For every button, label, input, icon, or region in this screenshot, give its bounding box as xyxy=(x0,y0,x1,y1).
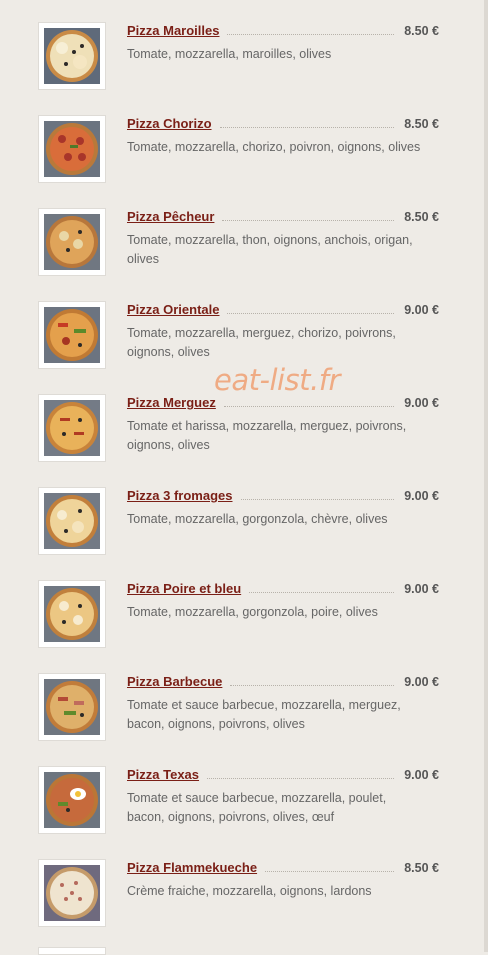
menu-item: Pizza 3 fromages 9.00 € Tomate, mozzarel… xyxy=(0,486,488,579)
item-description: Tomate, mozzarella, gorgonzola, chèvre, … xyxy=(127,512,388,526)
item-description: Crème fraiche, mozzarella, oignons, lard… xyxy=(127,884,372,898)
pizza-thumbnail[interactable] xyxy=(38,766,106,834)
item-description: Tomate, mozzarella, gorgonzola, poire, o… xyxy=(127,605,378,619)
pizza-photo-icon xyxy=(44,772,100,828)
pizza-thumbnail[interactable] xyxy=(38,115,106,183)
item-name[interactable]: Pizza 3 fromages xyxy=(127,488,233,503)
pizza-photo-icon xyxy=(44,400,100,456)
dotted-leader xyxy=(230,677,395,686)
item-description: Tomate, mozzarella, maroilles, olives xyxy=(127,47,332,61)
item-description: Tomate et harissa, mozzarella, merguez, … xyxy=(127,419,407,452)
menu-item: Pizza Chorizo 8.50 € Tomate, mozzarella,… xyxy=(0,114,488,207)
item-price: 8.50 € xyxy=(404,24,439,38)
item-description: Tomate et sauce barbecue, mozzarella, me… xyxy=(127,698,401,731)
pizza-thumbnail[interactable] xyxy=(38,22,106,90)
item-description: Tomate, mozzarella, merguez, chorizo, po… xyxy=(127,326,396,359)
pizza-photo-icon xyxy=(44,679,100,735)
item-name[interactable]: Pizza Orientale xyxy=(127,302,219,317)
item-name[interactable]: Pizza Pêcheur xyxy=(127,209,214,224)
pizza-photo-icon xyxy=(44,121,100,177)
item-name[interactable]: Pizza Texas xyxy=(127,767,199,782)
item-name[interactable]: Pizza Maroilles xyxy=(127,23,219,38)
watermark-text: eat-list.fr xyxy=(214,363,340,397)
item-name[interactable]: Pizza Poire et bleu xyxy=(127,581,241,596)
item-price: 8.50 € xyxy=(404,861,439,875)
item-price: 9.00 € xyxy=(404,582,439,596)
pizza-photo-icon xyxy=(44,586,100,642)
item-name[interactable]: Pizza Merguez xyxy=(127,395,216,410)
item-price: 9.00 € xyxy=(404,489,439,503)
pizza-thumbnail[interactable] xyxy=(38,673,106,741)
dotted-leader xyxy=(223,398,395,407)
pizza-photo-icon xyxy=(44,28,100,84)
item-price: 9.00 € xyxy=(404,768,439,782)
item-name[interactable]: Pizza Barbecue xyxy=(127,674,222,689)
item-description: Tomate, mozzarella, chorizo, poivron, oi… xyxy=(127,140,421,154)
pizza-photo-icon xyxy=(44,214,100,270)
item-price: 9.00 € xyxy=(404,303,439,317)
dotted-leader xyxy=(207,770,395,779)
pizza-thumbnail[interactable] xyxy=(38,301,106,369)
menu-item: Pizza Maroilles 8.50 € Tomate, mozzarell… xyxy=(0,21,488,114)
pizza-thumbnail[interactable] xyxy=(38,859,106,927)
item-description: Tomate, mozzarella, thon, oignons, ancho… xyxy=(127,233,413,266)
dotted-leader xyxy=(265,863,395,872)
menu-item: Pizza Merguez 9.00 € Tomate et harissa, … xyxy=(0,393,488,486)
dotted-leader xyxy=(240,491,395,500)
item-name[interactable]: Pizza Flammekueche xyxy=(127,860,257,875)
pizza-photo-icon xyxy=(44,493,100,549)
menu-item: Pizza Flammekueche 8.50 € Crème fraiche,… xyxy=(0,858,488,951)
pizza-thumbnail[interactable] xyxy=(38,487,106,555)
item-price: 8.50 € xyxy=(404,117,439,131)
item-price: 9.00 € xyxy=(404,396,439,410)
dotted-leader xyxy=(249,584,395,593)
item-name[interactable]: Pizza Chorizo xyxy=(127,116,212,131)
pizza-thumbnail[interactable] xyxy=(38,394,106,462)
dotted-leader xyxy=(227,305,395,314)
item-price: 9.00 € xyxy=(404,675,439,689)
menu-item: Pizza Pêcheur 8.50 € Tomate, mozzarella,… xyxy=(0,207,488,300)
menu-item: Pizza Texas 9.00 € Tomate et sauce barbe… xyxy=(0,765,488,858)
pizza-thumbnail[interactable] xyxy=(38,580,106,648)
pizza-thumbnail-partial xyxy=(38,947,106,955)
dotted-leader xyxy=(227,26,395,35)
dotted-leader xyxy=(222,212,395,221)
pizza-photo-icon xyxy=(44,865,100,921)
dotted-leader xyxy=(219,119,395,128)
pizza-thumbnail[interactable] xyxy=(38,208,106,276)
menu-item: Pizza Barbecue 9.00 € Tomate et sauce ba… xyxy=(0,672,488,765)
menu-item: Pizza Poire et bleu 9.00 € Tomate, mozza… xyxy=(0,579,488,672)
item-price: 8.50 € xyxy=(404,210,439,224)
item-description: Tomate et sauce barbecue, mozzarella, po… xyxy=(127,791,387,824)
pizza-photo-icon xyxy=(44,307,100,363)
